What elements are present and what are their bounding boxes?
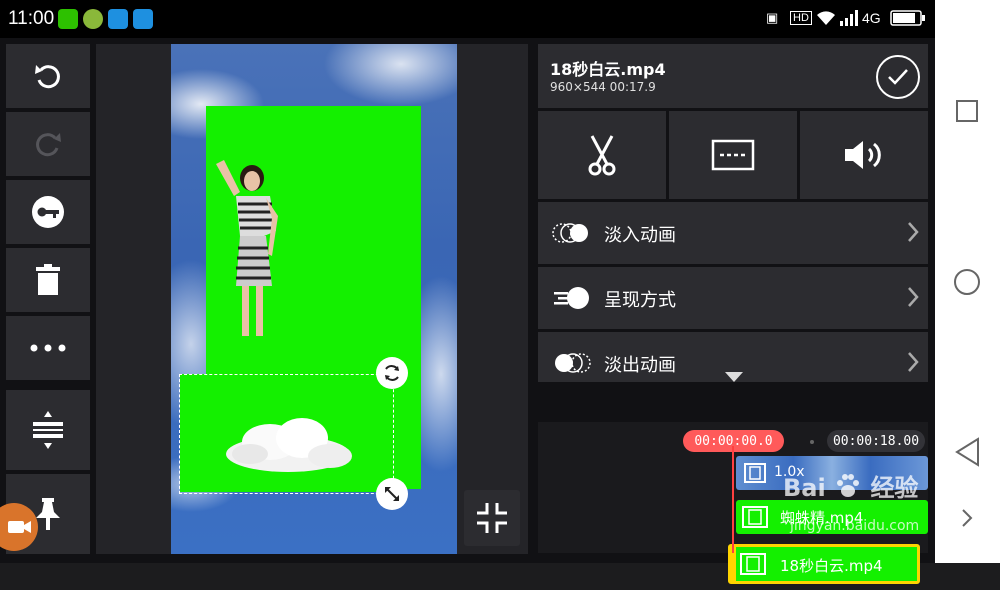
fade-in-label: 淡入动画 — [604, 225, 676, 246]
clip-title: 18秒白云.mp4 — [550, 60, 666, 79]
more-dots-icon — [30, 344, 66, 352]
clip-meta: 960×544 00:17.9 — [550, 80, 656, 94]
collapse-icon — [477, 503, 507, 533]
wechat-icon — [58, 9, 78, 29]
chevron-right-icon — [908, 352, 919, 372]
rotate-handle[interactable] — [376, 357, 408, 389]
battery-icon — [890, 10, 926, 29]
preview-area — [96, 44, 528, 554]
screenshot-icon — [133, 9, 153, 29]
adjust-lines-icon — [33, 411, 63, 449]
hd-badge: HD — [790, 11, 812, 25]
watermark-brand-text: Bai — [783, 474, 826, 502]
film-icon — [744, 463, 766, 483]
girl-figure — [216, 160, 278, 336]
resize-handle[interactable] — [376, 478, 408, 510]
fade-out-label: 淡出动画 — [604, 355, 676, 376]
volume-button[interactable] — [800, 111, 928, 199]
fade-in-option[interactable]: 淡入动画 — [538, 202, 928, 264]
camera-icon — [8, 521, 31, 533]
status-bar: 11:00 ▣ HD 4G — [0, 0, 935, 38]
caption-icon — [711, 139, 755, 171]
display-mode-label: 呈现方式 — [604, 290, 676, 311]
timeline-dot — [810, 440, 814, 444]
redo-icon — [36, 133, 61, 157]
vibrate-icon: ▣ — [766, 10, 779, 25]
recent-apps-button[interactable] — [956, 100, 978, 122]
watermark-url: jingyan.baidu.com — [790, 518, 920, 534]
checkmark-icon — [888, 69, 908, 85]
message-icon — [108, 9, 128, 29]
caption-button[interactable] — [669, 111, 797, 199]
film-icon — [740, 553, 766, 575]
signal-icon — [840, 10, 858, 29]
split-adjust-button[interactable] — [6, 390, 90, 470]
watermark-brand: Bai 经验 — [783, 468, 918, 503]
status-time: 11:00 — [8, 8, 55, 29]
clip-header: 18秒白云.mp4 960×544 00:17.9 — [538, 44, 928, 108]
chevron-right-icon — [908, 222, 919, 242]
selection-frame[interactable] — [179, 374, 394, 494]
overlay-track-cloud[interactable]: 18秒白云.mp4 — [728, 544, 920, 584]
system-nav-bar — [935, 0, 1000, 563]
pin-icon — [36, 498, 60, 530]
more-button[interactable] — [6, 316, 90, 380]
rotate-icon — [385, 365, 399, 381]
video-editor: 18秒白云.mp4 960×544 00:17.9 淡入动画 呈现方式 淡出动画… — [0, 38, 935, 584]
wifi-icon — [816, 10, 836, 29]
scissors-icon — [588, 135, 616, 176]
paw-icon — [837, 474, 860, 497]
playhead[interactable] — [732, 446, 734, 553]
end-time: 00:00:18.00 — [827, 430, 925, 452]
home-button[interactable] — [954, 269, 980, 295]
fade-out-icon — [555, 353, 591, 373]
overlay-track-label: 18秒白云.mp4 — [780, 557, 883, 575]
expand-nav-icon[interactable] — [960, 508, 974, 532]
chevron-right-icon — [908, 287, 919, 307]
resize-diagonal-icon — [385, 487, 399, 501]
network-type: 4G — [862, 10, 881, 26]
collapse-preview-button[interactable] — [464, 490, 520, 546]
preview-canvas[interactable] — [171, 44, 457, 554]
undo-icon — [35, 65, 60, 89]
game-icon — [83, 9, 103, 29]
watermark-suffix-text: 经验 — [870, 474, 919, 502]
redo-button[interactable] — [6, 112, 90, 176]
undo-button[interactable] — [6, 44, 90, 108]
scroll-down-indicator-icon — [725, 372, 743, 382]
back-button[interactable] — [954, 437, 982, 471]
done-button[interactable] — [876, 55, 920, 99]
trim-button[interactable] — [538, 111, 666, 199]
trash-icon — [36, 264, 60, 295]
film-icon — [742, 506, 768, 528]
display-mode-icon — [554, 287, 589, 309]
key-icon — [32, 196, 64, 228]
fade-in-icon — [552, 223, 588, 243]
delete-button[interactable] — [6, 248, 90, 312]
left-toolbar — [6, 44, 90, 554]
keyframe-button[interactable] — [6, 180, 90, 244]
volume-icon — [845, 141, 881, 169]
display-mode-option[interactable]: 呈现方式 — [538, 267, 928, 329]
